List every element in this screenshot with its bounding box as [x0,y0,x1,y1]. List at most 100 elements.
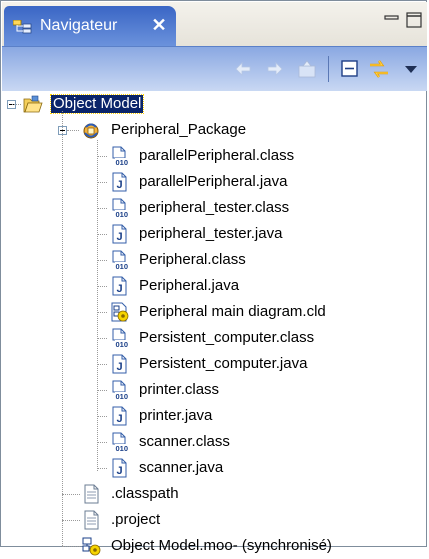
tree-item-peripheral-main-diagram-cld[interactable]: Peripheral main diagram.cld [109,299,428,325]
toolbar-separator [328,56,329,82]
tree-item-label: Object Model [49,94,145,114]
tree-item-scanner-class[interactable]: 010 scanner.class [109,429,428,455]
tree-item-object-model-moo-synchronis[interactable]: Object Model.moo- (synchronisé) [81,533,428,559]
tree-item-label: printer.java [139,407,213,424]
view-toolbar [2,46,427,91]
link-with-editor-icon[interactable] [368,58,390,80]
view-title-bar: Navigateur ✕ [2,2,427,46]
svg-text:J: J [117,179,123,191]
collapse-all-icon[interactable] [339,58,361,80]
svg-text:010: 010 [116,210,129,218]
tree-connector [97,442,107,443]
tree-connector [62,494,80,495]
class-file-icon: 010 [112,432,129,452]
tree-item-label: Peripheral.class [139,251,246,268]
tree-connector [97,416,107,417]
svg-text:010: 010 [116,262,129,270]
class-file-icon: 010 [112,146,129,166]
java-file-icon: J [112,406,127,426]
java-file-icon: J [112,458,127,478]
svg-text:J: J [117,283,123,295]
tree-item-label: peripheral_tester.class [139,199,290,216]
tree-item-peripheral-class[interactable]: 010 Peripheral.class [109,247,428,273]
tree-connector [97,140,98,471]
class-file-icon: 010 [112,380,129,400]
tab-navigateur[interactable]: Navigateur ✕ [4,6,176,46]
tree-item-label: Peripheral_Package [111,121,247,138]
tree-connector [97,156,107,157]
tree-item-persistent-computer-java[interactable]: J Persistent_computer.java [109,351,428,377]
svg-text:010: 010 [116,158,129,166]
package-icon [83,123,99,139]
svg-text:J: J [117,231,123,243]
class-file-icon: 010 [112,250,129,270]
model-file-icon [82,537,101,556]
tree-item-label: Object Model.moo- (synchronisé) [111,537,332,554]
java-file-icon: J [112,172,127,192]
tree-connector [12,104,21,105]
tree-item-object-model[interactable]: Object Model [23,91,428,117]
svg-text:010: 010 [116,340,129,348]
tree-connector [97,260,107,261]
tree-connector [97,312,107,313]
navigator-icon [13,20,32,34]
svg-text:J: J [117,465,123,477]
tree-item-label: .project [111,511,161,528]
tree-item-parallelperipheral-class[interactable]: 010 parallelPeripheral.class [109,143,428,169]
tree-connector [62,546,80,547]
tree-connector [97,390,107,391]
tree-connector [97,468,107,469]
diagram-file-icon [111,302,129,322]
tree-item-scanner-java[interactable]: Jscanner.java [109,455,428,481]
up-folder-icon[interactable] [296,58,318,80]
forward-arrow-icon[interactable] [264,58,286,80]
svg-text:010: 010 [116,444,129,452]
class-file-icon: 010 [112,198,129,218]
close-view-icon[interactable]: ✕ [149,15,169,35]
tree-connector [97,286,107,287]
tree-connector [62,520,80,521]
tree-item-printer-java[interactable]: Jprinter.java [109,403,428,429]
tree-item-label: printer.class [139,381,220,398]
tree-item-peripheral-tester-class[interactable]: 010 peripheral_tester.class [109,195,428,221]
tree-item-classpath[interactable]: .classpath [81,481,428,507]
open-project-folder-icon [23,95,43,113]
text-file-icon [84,510,99,530]
tree-item-peripheral-java[interactable]: J Peripheral.java [109,273,428,299]
text-file-icon [84,484,99,504]
java-file-icon: J [112,354,127,374]
navigator-view: Navigateur ✕ Object Model Peripheral_Pac… [0,0,428,556]
tree-connector [97,364,107,365]
tree-item-label: scanner.class [139,433,230,450]
tree-item-project[interactable]: .project [81,507,428,533]
back-arrow-icon[interactable] [232,58,254,80]
class-file-icon: 010 [112,328,129,348]
java-file-icon: J [112,224,127,244]
svg-text:010: 010 [116,392,129,400]
tree-item-label: peripheral_tester.java [139,225,283,242]
tree-connector [97,338,107,339]
tree-connector [67,130,79,131]
tree-item-label: Persistent_computer.java [139,355,308,372]
tree-item-peripheral-tester-java[interactable]: Jperipheral_tester.java [109,221,428,247]
java-file-icon: J [112,276,127,296]
view-menu-icon[interactable] [400,58,422,80]
view-title: Navigateur [40,17,118,34]
tree-item-persistent-computer-class[interactable]: 010 Persistent_computer.class [109,325,428,351]
svg-text:J: J [117,361,123,373]
tree-item-peripheral-package[interactable]: Peripheral_Package [81,117,428,143]
tree-item-label: .classpath [111,485,179,502]
tree-item-label: Peripheral main diagram.cld [139,303,326,320]
tree-connector [97,182,107,183]
maximize-icon[interactable] [404,10,424,30]
tree-item-parallelperipheral-java[interactable]: JparallelPeripheral.java [109,169,428,195]
tree-item-label: scanner.java [139,459,224,476]
tree-connector [97,208,107,209]
tree-connector [97,234,107,235]
tree-item-label: parallelPeripheral.class [139,147,295,164]
tree-item-label: Persistent_computer.class [139,329,315,346]
svg-text:J: J [117,413,123,425]
minimize-icon[interactable] [382,10,402,30]
tree-item-label: parallelPeripheral.java [139,173,288,190]
tree-item-printer-class[interactable]: 010 printer.class [109,377,428,403]
